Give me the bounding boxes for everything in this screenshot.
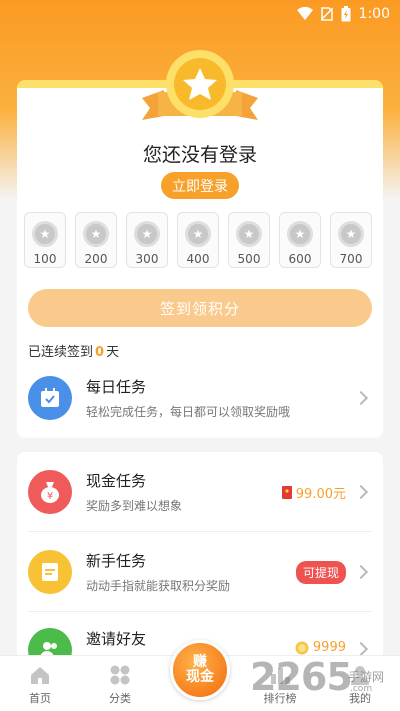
streak-suffix: 天	[106, 345, 120, 360]
checkin-day: ★ 600	[279, 212, 321, 268]
checkin-day: ★ 300	[126, 212, 168, 268]
cash-task-row[interactable]: ¥ 现金任务 奖励多到难以想象 99.00元	[28, 460, 372, 524]
star-coin-icon: ★	[185, 221, 211, 247]
checkin-day: ★ 400	[177, 212, 219, 268]
points-reward: 9999	[312, 640, 346, 655]
checkin-day: ★ 500	[228, 212, 270, 268]
task-subtitle: 轻松完成任务，每日都可以领取奖励哦	[86, 405, 291, 419]
day-points: 600	[288, 252, 312, 266]
calendar-icon	[28, 376, 72, 420]
grid-icon	[110, 665, 130, 685]
checkin-day: ★ 100	[24, 212, 66, 268]
nav-home-label: 首页	[29, 692, 51, 705]
streak-prefix: 已连续签到	[28, 345, 94, 360]
star-coin-icon: ★	[134, 221, 160, 247]
login-status-title: 您还没有登录	[142, 144, 257, 166]
battery-charging-icon	[341, 6, 351, 22]
star-coin-icon: ★	[287, 221, 313, 247]
star-coin-icon: ★	[236, 221, 262, 247]
star-coin-icon: ★	[32, 221, 58, 247]
newbie-task-row[interactable]: 新手任务 动动手指就能获取积分奖励 可提现	[28, 540, 372, 604]
login-button[interactable]: 立即登录	[161, 172, 239, 199]
task-title: 现金任务	[86, 472, 147, 490]
task-subtitle: 奖励多到难以想象	[86, 499, 183, 513]
svg-text:¥: ¥	[47, 491, 53, 502]
day-points: 500	[237, 252, 261, 266]
chevron-right-icon	[353, 484, 369, 500]
watermark-site: 手游网	[348, 670, 385, 684]
day-points: 100	[33, 252, 57, 266]
day-points: 300	[135, 252, 159, 266]
streak-count: 0	[95, 345, 105, 360]
streak-text: 已连续签到 0 天	[28, 341, 119, 360]
star-coin-icon: ★	[338, 221, 364, 247]
document-icon	[28, 550, 72, 594]
divider	[28, 611, 372, 612]
status-time: 1:00	[358, 6, 390, 22]
watermark-domain: .com	[350, 684, 373, 694]
chevron-right-icon	[353, 564, 369, 580]
money-bag-icon: ¥	[28, 470, 72, 514]
star-badge-icon	[142, 50, 258, 120]
wifi-icon	[296, 7, 313, 20]
home-icon	[31, 667, 49, 684]
no-sim-icon	[320, 7, 333, 21]
checkin-button[interactable]: 签到领积分	[28, 289, 372, 327]
red-envelope-icon	[281, 485, 292, 499]
nav-category-label: 分类	[109, 692, 131, 705]
gold-coin-icon	[295, 641, 309, 654]
day-points: 200	[84, 252, 108, 266]
chevron-right-icon	[353, 641, 369, 657]
checkin-day: ★ 200	[75, 212, 117, 268]
earn-cash-button[interactable]: 赚 现金	[170, 640, 230, 700]
cash-reward: 99.00元	[295, 486, 346, 502]
divider	[28, 531, 372, 532]
daily-task-row[interactable]: 每日任务 轻松完成任务，每日都可以领取奖励哦	[28, 366, 372, 430]
status-bar: 1:00	[0, 0, 400, 28]
watermark-brand: 2265	[250, 655, 353, 699]
task-title: 新手任务	[86, 552, 147, 570]
task-subtitle: 动动手指就能获取积分奖励	[86, 579, 231, 593]
checkin-day: ★ 700	[330, 212, 372, 268]
task-title: 每日任务	[86, 378, 147, 396]
withdrawable-badge: 可提现	[295, 560, 346, 584]
chevron-right-icon	[353, 390, 369, 406]
earn-label-top: 赚	[193, 653, 207, 670]
day-points: 700	[339, 252, 363, 266]
star-coin-icon: ★	[83, 221, 109, 247]
nav-category[interactable]: 分类	[85, 664, 155, 706]
earn-label-bottom: 现金	[186, 669, 214, 685]
nav-home[interactable]: 首页	[5, 664, 75, 706]
checkin-days: ★ 100 ★ 200 ★ 300 ★ 400 ★ 500 ★ 600 ★ 700	[24, 212, 372, 268]
day-points: 400	[186, 252, 210, 266]
